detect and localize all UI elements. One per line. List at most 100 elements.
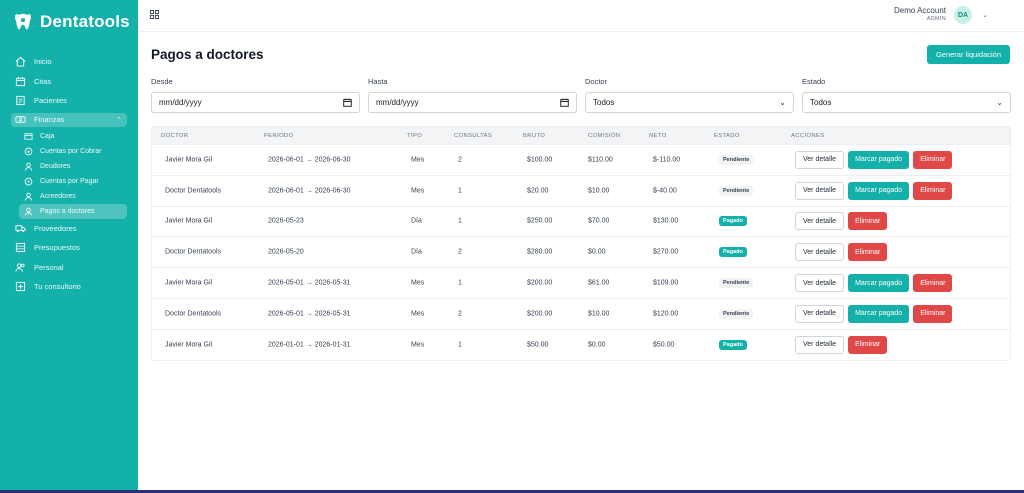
coin-icon bbox=[24, 147, 33, 156]
cell-bruto: $100.00 bbox=[527, 156, 553, 164]
sidebar-subitem-label: Pagos a doctores bbox=[40, 207, 95, 215]
person-icon bbox=[24, 192, 33, 201]
generate-settlement-button[interactable]: Generar liquidación bbox=[926, 45, 1010, 64]
delete-button[interactable]: Eliminar bbox=[848, 335, 888, 354]
table-row: Doctor Dentatools 2026-05-01 → 2026-05-31… bbox=[152, 297, 1010, 329]
cell-neto: $130.00 bbox=[653, 217, 679, 225]
delete-button[interactable]: Eliminar bbox=[913, 181, 953, 200]
hasta-date-input[interactable]: mm/dd/yyyy bbox=[368, 92, 577, 113]
cell-tipo: Día bbox=[411, 248, 422, 256]
view-detail-button[interactable]: Ver detalle bbox=[795, 243, 845, 262]
sidebar-subitem-pagos-a-doctores[interactable]: Pagos a doctores bbox=[19, 203, 127, 219]
cell-periodo: 2026-05-01 → 2026-05-31 bbox=[268, 279, 351, 287]
sidebar-subitem-cuentas-por-pagar[interactable]: Cuentas por Pagar bbox=[0, 174, 138, 189]
cell-bruto: $200.00 bbox=[527, 279, 553, 287]
view-detail-button[interactable]: Ver detalle bbox=[795, 274, 845, 293]
finanzas-submenu: Caja Cuentas por Cobrar Deudores Cuentas… bbox=[0, 129, 138, 219]
cell-comision: $10.00 bbox=[588, 310, 610, 318]
sidebar-subitem-deudores[interactable]: Deudores bbox=[0, 159, 138, 174]
table-row: Javier Mora Gil 2026-06-01 → 2026-06-30 Me… bbox=[152, 144, 1010, 175]
cell-doctor: Javier Mora Gil bbox=[165, 217, 213, 225]
sidebar-item-label: Personal bbox=[34, 262, 64, 272]
sidebar-subitem-label: Caja bbox=[40, 132, 55, 140]
mark-paid-button[interactable]: Marcar pagado bbox=[848, 274, 910, 293]
sidebar-item-label: Tu consultorio bbox=[34, 282, 81, 292]
cell-neto: $50.00 bbox=[653, 341, 675, 349]
calendar-icon[interactable] bbox=[343, 98, 352, 107]
table-row: Javier Mora Gil 2026-05-23 Día 1 $250.00 $70.… bbox=[152, 205, 1010, 237]
avatar[interactable]: DA bbox=[954, 6, 972, 24]
sidebar-subitem-cuentas-por-cobrar[interactable]: Cuentas por Cobrar bbox=[0, 144, 138, 159]
sidebar-item-label: Pacientes bbox=[34, 96, 67, 106]
sidebar-subitem-label: Cuentas por Pagar bbox=[40, 177, 99, 185]
home-icon bbox=[15, 56, 26, 67]
sidebar-item-inicio[interactable]: Inicio bbox=[0, 52, 138, 72]
cell-tipo: Mes bbox=[411, 279, 425, 287]
row-actions: Ver detalle Marcar pagado Eliminar bbox=[795, 150, 953, 169]
sidebar-item-personal[interactable]: Personal bbox=[0, 258, 138, 278]
cell-neto: $-110.00 bbox=[653, 156, 681, 164]
clinic-icon bbox=[15, 281, 26, 292]
cell-bruto: $250.00 bbox=[527, 217, 553, 225]
doctor-select[interactable]: Todos ⌄ bbox=[585, 92, 794, 113]
users-icon bbox=[15, 262, 26, 273]
delete-button[interactable]: Eliminar bbox=[913, 150, 953, 169]
sidebar-item-finanzas[interactable]: Finanzas ⌃ bbox=[11, 112, 127, 127]
sidebar-item-presupuestos[interactable]: Presupuestos bbox=[0, 238, 138, 258]
brand[interactable]: Dentatools bbox=[0, 0, 138, 44]
sidebar-subitem-caja[interactable]: Caja bbox=[0, 129, 138, 144]
sidebar: Dentatools Inicio Citas Pacientes Finanz… bbox=[0, 0, 138, 490]
cell-tipo: Día bbox=[411, 217, 422, 225]
sidebar-item-citas[interactable]: Citas bbox=[0, 72, 138, 92]
sidebar-subitem-acreedores[interactable]: Acreedores bbox=[0, 189, 138, 204]
table-row: Doctor Dentatools 2026-06-01 → 2026-06-30… bbox=[152, 174, 1010, 206]
money-icon bbox=[15, 114, 26, 125]
view-detail-button[interactable]: Ver detalle bbox=[795, 150, 845, 169]
delete-button[interactable]: Eliminar bbox=[848, 212, 888, 231]
column-header: NETO bbox=[649, 132, 667, 139]
cell-tipo: Mes bbox=[411, 341, 425, 349]
status-badge: Pendiente bbox=[719, 154, 754, 165]
cell-neto: $270.00 bbox=[653, 248, 679, 256]
sidebar-item-pacientes[interactable]: Pacientes bbox=[0, 91, 138, 111]
date-value: mm/dd/yyyy bbox=[376, 98, 419, 107]
filter-label: Desde bbox=[151, 77, 173, 86]
chevron-down-icon[interactable]: ⌄ bbox=[982, 11, 988, 19]
cell-tipo: Mes bbox=[411, 187, 425, 195]
cell-doctor: Javier Mora Gil bbox=[165, 341, 213, 349]
sidebar-subitem-label: Deudores bbox=[40, 162, 71, 170]
sidebar-item-tu-consultorio[interactable]: Tu consultorio bbox=[0, 277, 138, 297]
cell-tipo: Mes bbox=[411, 310, 425, 318]
sidebar-subitem-label: Cuentas por Cobrar bbox=[40, 147, 102, 155]
mark-paid-button[interactable]: Marcar pagado bbox=[848, 304, 910, 323]
sidebar-subitem-label: Acreedores bbox=[40, 192, 76, 200]
sidebar-item-label: Finanzas bbox=[34, 115, 65, 124]
desde-date-input[interactable]: mm/dd/yyyy bbox=[151, 92, 360, 113]
sidebar-toggle-icon[interactable] bbox=[150, 10, 159, 19]
delete-button[interactable]: Eliminar bbox=[913, 304, 953, 323]
mark-paid-button[interactable]: Marcar pagado bbox=[848, 181, 910, 200]
cell-periodo: 2026-06-01 → 2026-06-30 bbox=[268, 156, 351, 164]
table-body: Javier Mora Gil 2026-06-01 → 2026-06-30 Me… bbox=[152, 144, 1010, 360]
sidebar-item-proveedores[interactable]: Proveedores bbox=[0, 219, 138, 239]
view-detail-button[interactable]: Ver detalle bbox=[795, 212, 845, 231]
chevron-up-icon: ⌃ bbox=[116, 116, 122, 124]
sidebar-item-label: Proveedores bbox=[34, 223, 77, 233]
view-detail-button[interactable]: Ver detalle bbox=[795, 335, 845, 354]
view-detail-button[interactable]: Ver detalle bbox=[795, 304, 845, 323]
mark-paid-button[interactable]: Marcar pagado bbox=[848, 150, 910, 169]
delete-button[interactable]: Eliminar bbox=[848, 243, 888, 262]
stack-icon bbox=[15, 242, 26, 253]
delete-button[interactable]: Eliminar bbox=[913, 274, 953, 293]
account-info[interactable]: Demo Account ADMIN bbox=[894, 6, 946, 22]
select-value: Todos bbox=[593, 98, 615, 107]
filter-label: Hasta bbox=[368, 77, 388, 86]
sidebar-nav: Inicio Citas Pacientes Finanzas ⌃ Caja C… bbox=[0, 52, 138, 297]
estado-select[interactable]: Todos ⌄ bbox=[802, 92, 1011, 113]
view-detail-button[interactable]: Ver detalle bbox=[795, 181, 845, 200]
cell-consultas: 2 bbox=[458, 310, 462, 318]
calendar-icon[interactable] bbox=[560, 98, 569, 107]
table-row: Javier Mora Gil 2026-05-01 → 2026-05-31 Me… bbox=[152, 267, 1010, 298]
cell-consultas: 1 bbox=[458, 217, 462, 225]
cell-comision: $0.00 bbox=[588, 248, 606, 256]
